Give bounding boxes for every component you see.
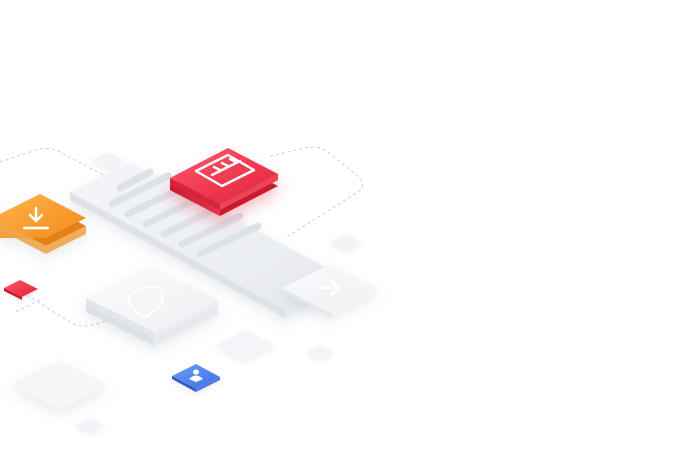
download-tile — [0, 194, 86, 254]
user-tile — [172, 364, 220, 392]
small-red-tile — [4, 280, 38, 300]
security-illustration — [0, 0, 680, 470]
shield-tile — [86, 266, 218, 346]
isometric-scene — [0, 146, 380, 432]
